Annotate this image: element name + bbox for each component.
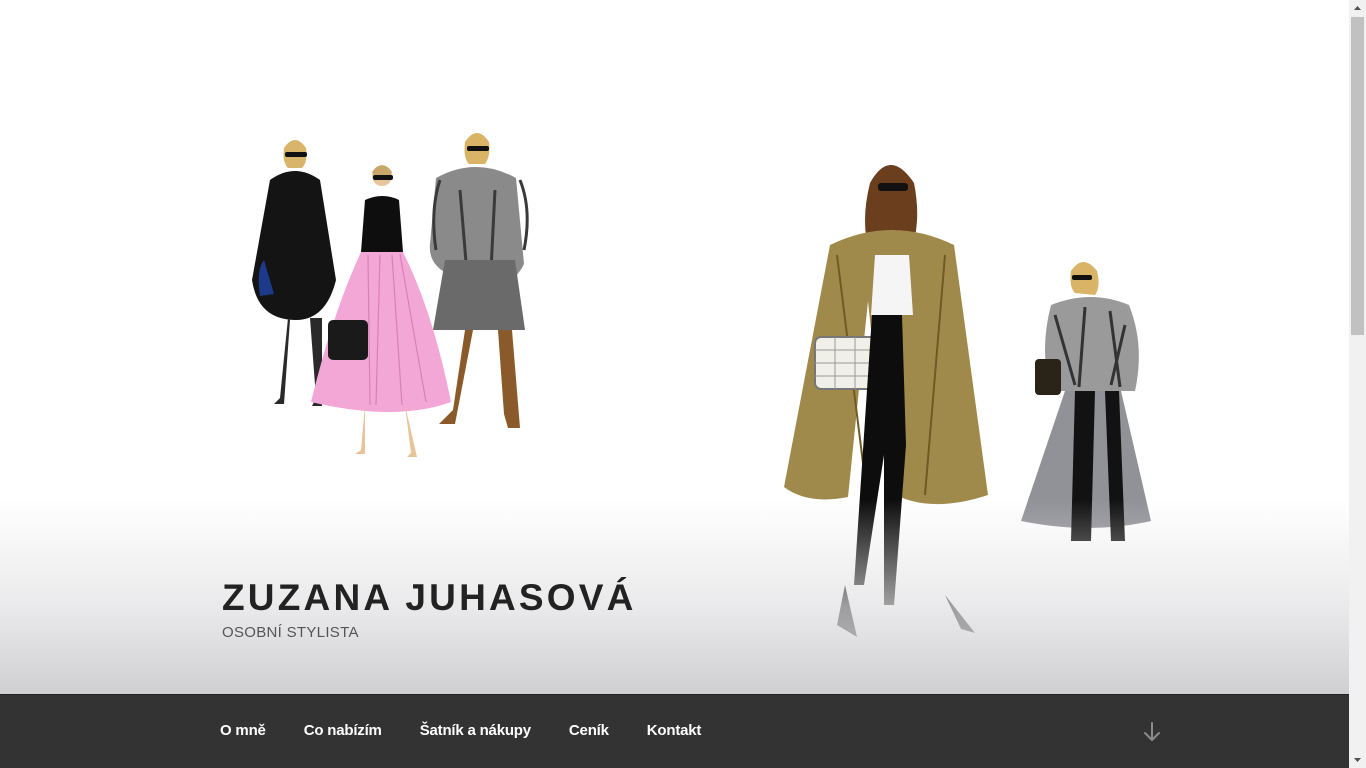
fashion-illustration-left <box>252 133 529 457</box>
site-title[interactable]: ZUZANA JUHASOVÁ <box>222 576 637 620</box>
nav-item-co-nabizim[interactable]: Co nabízím <box>304 722 382 739</box>
scroll-down-arrow-icon[interactable] <box>1349 751 1366 768</box>
scroll-down-button[interactable] <box>1140 720 1164 744</box>
nav-item-o-mne[interactable]: O mně <box>220 722 266 739</box>
nav-menu: O mně Co nabízím Šatník a nákupy Ceník K… <box>220 722 739 739</box>
nav-item-kontakt[interactable]: Kontakt <box>647 722 702 739</box>
site-header-hero: ZUZANA JUHASOVÁ OSOBNÍ STYLISTA <box>0 0 1349 694</box>
site-description: OSOBNÍ STYLISTA <box>222 624 359 641</box>
scroll-up-arrow-icon[interactable] <box>1349 0 1366 17</box>
main-navigation: O mně Co nabízím Šatník a nákupy Ceník K… <box>0 694 1349 768</box>
arrow-down-icon <box>1144 722 1160 741</box>
figure-pink-skirt <box>311 165 451 457</box>
page-scrollbar[interactable] <box>1349 0 1366 768</box>
page-viewport: ZUZANA JUHASOVÁ OSOBNÍ STYLISTA O mně Co… <box>0 0 1349 768</box>
scrollbar-thumb[interactable] <box>1351 17 1364 335</box>
site-branding: ZUZANA JUHASOVÁ OSOBNÍ STYLISTA <box>222 576 637 641</box>
nav-item-cenik[interactable]: Ceník <box>569 722 609 739</box>
hero-gradient-overlay <box>0 500 1349 694</box>
nav-item-satnik-a-nakupy[interactable]: Šatník a nákupy <box>420 722 531 739</box>
